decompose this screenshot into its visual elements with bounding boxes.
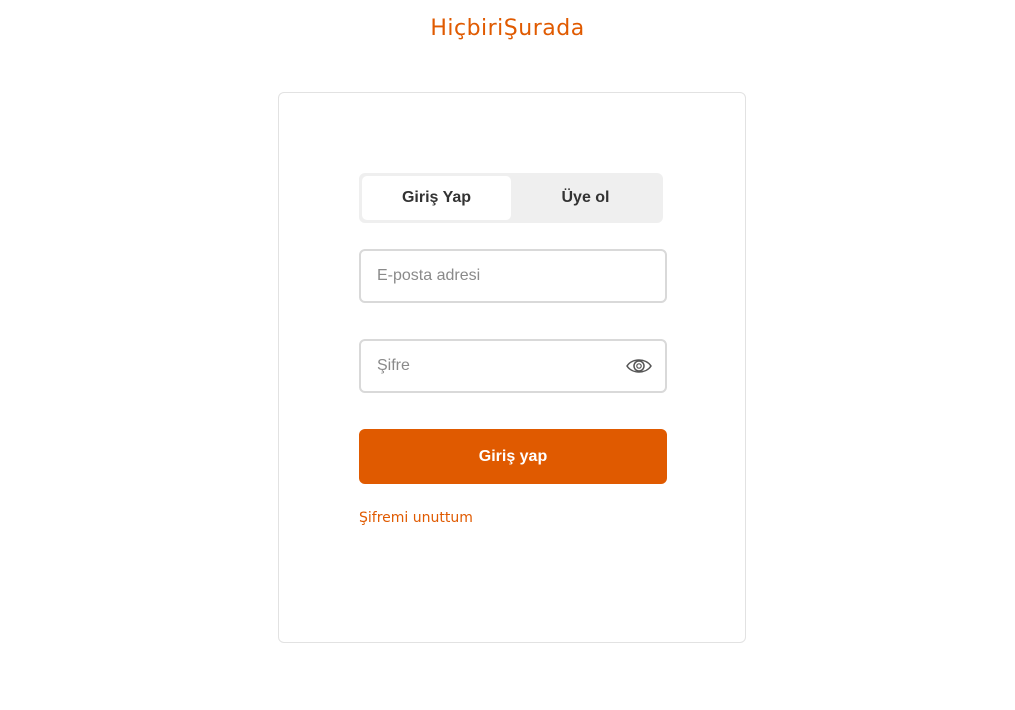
auth-tabs: Giriş Yap Üye ol <box>359 173 663 223</box>
tab-signup[interactable]: Üye ol <box>511 176 660 220</box>
email-field <box>359 249 667 303</box>
password-input[interactable] <box>377 341 617 391</box>
login-submit-button[interactable]: Giriş yap <box>359 429 667 484</box>
email-input[interactable] <box>377 251 617 301</box>
eye-icon[interactable] <box>625 354 653 378</box>
forgot-password-link[interactable]: Şifremi unuttum <box>359 510 473 526</box>
password-field <box>359 339 667 393</box>
brand-logo[interactable]: HiçbiriŞurada <box>0 16 1015 41</box>
tab-login[interactable]: Giriş Yap <box>362 176 511 220</box>
login-page: HiçbiriŞurada Giriş Yap Üye ol Giriş yap… <box>0 0 1015 710</box>
